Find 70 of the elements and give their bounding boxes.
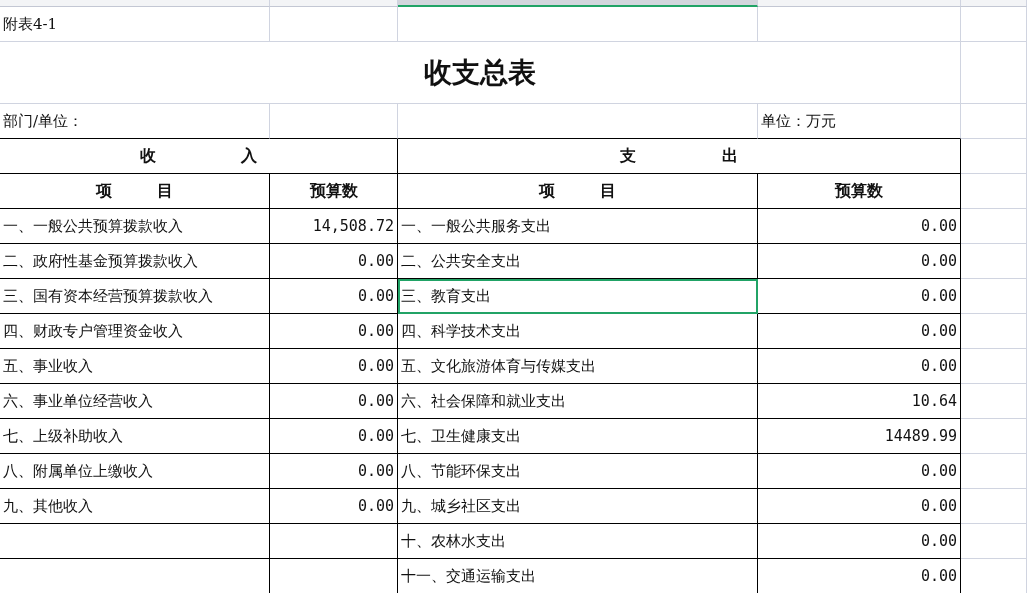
table-cell: 0.00 bbox=[758, 279, 961, 314]
empty-cell bbox=[961, 489, 1027, 524]
table-cell: 0.00 bbox=[270, 454, 398, 489]
table-cell[interactable]: 五、文化旅游体育与传媒支出 bbox=[398, 349, 758, 384]
empty-cell bbox=[961, 279, 1027, 314]
table-cell: 10.64 bbox=[758, 384, 961, 419]
empty-cell bbox=[961, 174, 1027, 209]
section-header: 支 出 bbox=[398, 139, 961, 174]
table-cell: 14,508.72 bbox=[270, 209, 398, 244]
empty-cell bbox=[961, 314, 1027, 349]
table-cell: 0.00 bbox=[758, 559, 961, 593]
table-cell: 0.00 bbox=[270, 314, 398, 349]
table-cell: 0.00 bbox=[270, 384, 398, 419]
table-cell: 0.00 bbox=[758, 244, 961, 279]
empty-cell bbox=[961, 524, 1027, 559]
empty-cell bbox=[961, 209, 1027, 244]
empty-cell bbox=[961, 139, 1027, 174]
table-cell: 0.00 bbox=[270, 244, 398, 279]
table-cell[interactable]: 八、节能环保支出 bbox=[398, 454, 758, 489]
table-cell: 0.00 bbox=[758, 209, 961, 244]
table-cell[interactable]: 十一、交通运输支出 bbox=[398, 559, 758, 593]
table-cell: 二、政府性基金预算拨款收入 bbox=[0, 244, 270, 279]
table-cell: 一、一般公共预算拨款收入 bbox=[0, 209, 270, 244]
unit-label: 单位：万元 bbox=[758, 104, 961, 139]
table-cell: 九、其他收入 bbox=[0, 489, 270, 524]
column-header[interactable] bbox=[0, 0, 270, 7]
table-cell[interactable]: 四、科学技术支出 bbox=[398, 314, 758, 349]
empty-cell bbox=[961, 384, 1027, 419]
table-cell: 三、国有资本经营预算拨款收入 bbox=[0, 279, 270, 314]
table-cell: 0.00 bbox=[270, 489, 398, 524]
note-text: 附表4-1 bbox=[0, 7, 270, 42]
table-cell: 0.00 bbox=[758, 349, 961, 384]
table-cell: 七、上级补助收入 bbox=[0, 419, 270, 454]
column-title: 项 目 bbox=[0, 174, 270, 209]
sheet-title: 收支总表 bbox=[0, 42, 961, 104]
empty-cell bbox=[961, 7, 1027, 42]
department-label: 部门/单位： bbox=[0, 104, 270, 139]
empty-cell bbox=[961, 454, 1027, 489]
table-cell[interactable]: 一、一般公共服务支出 bbox=[398, 209, 758, 244]
column-header[interactable] bbox=[961, 0, 1027, 7]
empty-cell bbox=[961, 104, 1027, 139]
table-cell: 0.00 bbox=[270, 349, 398, 384]
column-title: 预算数 bbox=[270, 174, 398, 209]
table-cell: 五、事业收入 bbox=[0, 349, 270, 384]
empty-cell bbox=[961, 42, 1027, 104]
table-cell: 0.00 bbox=[758, 454, 961, 489]
table-cell[interactable]: 七、卫生健康支出 bbox=[398, 419, 758, 454]
table-cell[interactable]: 二、公共安全支出 bbox=[398, 244, 758, 279]
column-title: 预算数 bbox=[758, 174, 961, 209]
column-header[interactable] bbox=[270, 0, 398, 7]
table-cell: 八、附属单位上缴收入 bbox=[0, 454, 270, 489]
column-header[interactable] bbox=[758, 0, 961, 7]
column-header[interactable] bbox=[398, 0, 758, 7]
empty-cell bbox=[961, 349, 1027, 384]
table-cell[interactable]: 六、社会保障和就业支出 bbox=[398, 384, 758, 419]
table-cell[interactable]: 三、教育支出 bbox=[398, 279, 758, 314]
column-title: 项 目 bbox=[398, 174, 758, 209]
section-header: 收 入 bbox=[0, 139, 398, 174]
table-cell: 四、财政专户管理资金收入 bbox=[0, 314, 270, 349]
table-cell: 六、事业单位经营收入 bbox=[0, 384, 270, 419]
table-cell[interactable]: 十、农林水支出 bbox=[398, 524, 758, 559]
table-cell: 0.00 bbox=[758, 524, 961, 559]
table-cell: 0.00 bbox=[758, 314, 961, 349]
table-cell: 0.00 bbox=[270, 279, 398, 314]
table-cell: 0.00 bbox=[758, 489, 961, 524]
table-cell[interactable]: 九、城乡社区支出 bbox=[398, 489, 758, 524]
empty-cell bbox=[961, 244, 1027, 279]
table-cell: 0.00 bbox=[270, 419, 398, 454]
table-cell: 14489.99 bbox=[758, 419, 961, 454]
empty-cell bbox=[961, 419, 1027, 454]
